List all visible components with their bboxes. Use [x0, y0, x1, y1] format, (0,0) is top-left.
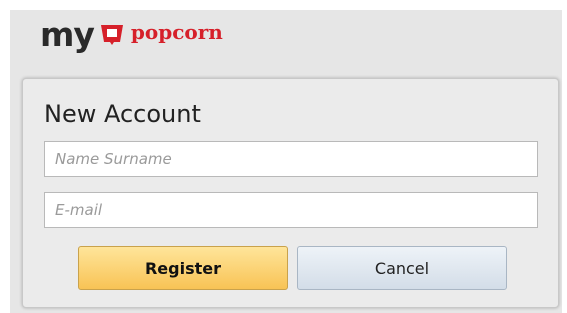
cancel-button[interactable]: Cancel [297, 246, 507, 290]
popcorn-box-icon [99, 22, 125, 46]
name-surname-input[interactable] [44, 141, 538, 177]
brand-logo[interactable]: my popcorn [40, 14, 223, 54]
register-button[interactable]: Register [78, 246, 288, 290]
panel-title: New Account [44, 100, 201, 128]
logo-popcorn-text: popcorn [130, 20, 223, 44]
new-account-panel: New Account Register Cancel [22, 78, 559, 308]
email-input[interactable] [44, 192, 538, 228]
logo-my-text: my [40, 14, 95, 54]
